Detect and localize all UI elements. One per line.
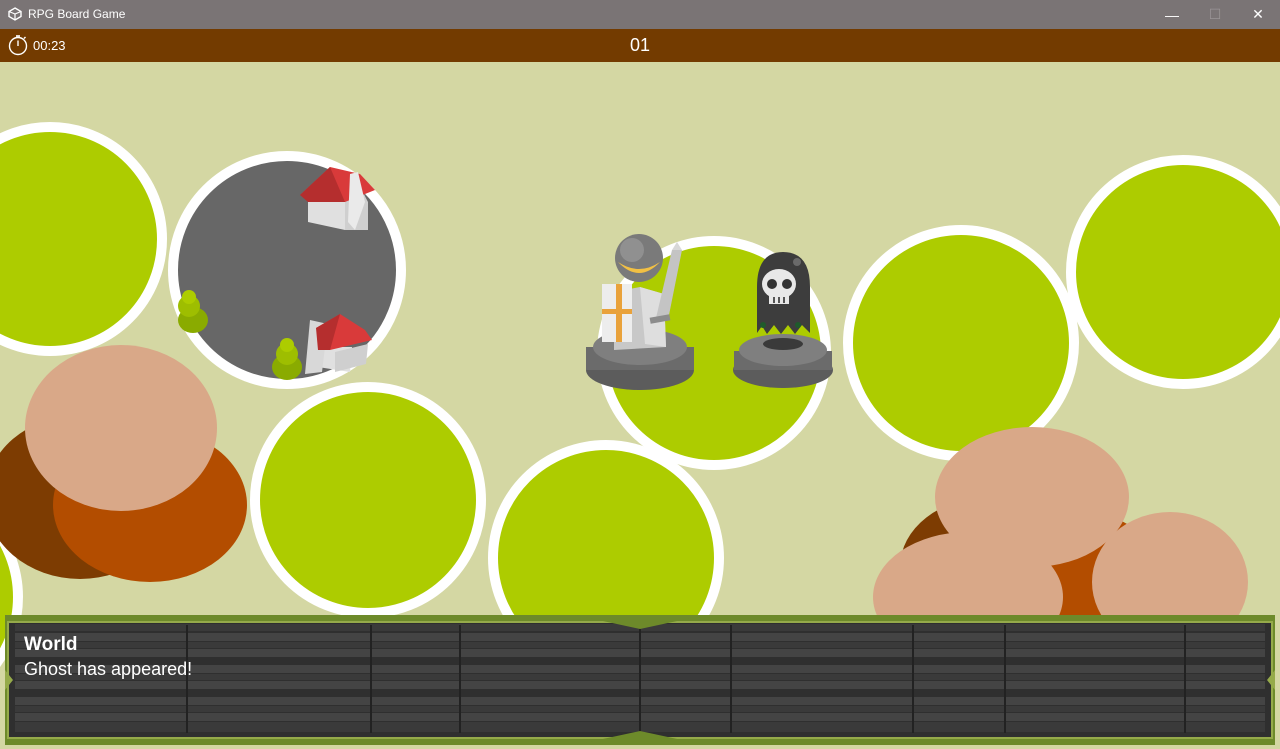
window-title: RPG Board Game	[28, 7, 126, 21]
maximize-button[interactable]: ☐	[1193, 0, 1237, 29]
minimize-icon: —	[1165, 6, 1179, 23]
dialog-speaker: World	[24, 634, 78, 655]
board-tile[interactable]	[250, 382, 486, 618]
hills-left	[0, 345, 247, 582]
board-tile[interactable]	[0, 122, 167, 356]
minimize-button[interactable]: —	[1150, 0, 1194, 29]
hud-bar: 00:23 01	[0, 29, 1280, 62]
window-titlebar: RPG Board Game — ☐ ✕	[0, 0, 1280, 29]
maximize-icon: ☐	[1208, 6, 1222, 22]
dialog-frame	[5, 615, 1275, 745]
dialog-message: Ghost has appeared!	[24, 659, 193, 679]
dialog-panel: World Ghost has appeared!	[5, 615, 1275, 745]
close-icon: ✕	[1252, 6, 1264, 22]
unity-icon	[8, 7, 22, 21]
board-tile[interactable]	[1066, 155, 1280, 389]
close-button[interactable]: ✕	[1236, 0, 1280, 29]
board-tile[interactable]	[843, 225, 1079, 461]
turn-counter: 01	[629, 35, 651, 55]
